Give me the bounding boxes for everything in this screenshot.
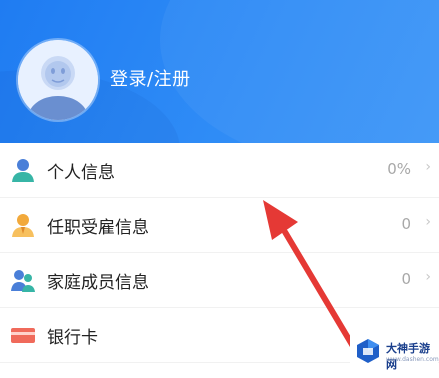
- site-watermark: 大神手游网 www.dashen.com: [350, 330, 439, 376]
- menu-item-label: 个人信息: [47, 163, 115, 183]
- menu-item-value: 0: [401, 215, 411, 233]
- bank-card-icon: [11, 328, 35, 343]
- person-icon: [12, 159, 34, 182]
- menu-item-value: 0%: [387, 160, 411, 178]
- menu-item-label: 银行卡: [47, 328, 98, 348]
- menu-item-employment-info[interactable]: 任职受雇信息 0 ›: [0, 198, 439, 253]
- menu-item-personal-info[interactable]: 个人信息 0% ›: [0, 143, 439, 198]
- header-decoration: [160, 0, 439, 143]
- avatar[interactable]: [18, 40, 98, 120]
- login-register-link[interactable]: 登录/注册: [110, 65, 191, 91]
- default-avatar-icon: [18, 40, 98, 120]
- employee-icon: [12, 214, 34, 237]
- watermark-logo-icon: [357, 339, 379, 363]
- watermark-subtitle: www.dashen.com: [386, 356, 439, 363]
- family-icon: [11, 270, 35, 292]
- menu-item-label: 家庭成员信息: [47, 273, 149, 293]
- chevron-right-icon: ›: [425, 269, 431, 285]
- menu-item-value: 0: [401, 270, 411, 288]
- chevron-right-icon: ›: [425, 159, 431, 175]
- profile-header: 登录/注册: [0, 0, 439, 143]
- chevron-right-icon: ›: [425, 214, 431, 230]
- menu-item-family-info[interactable]: 家庭成员信息 0 ›: [0, 253, 439, 308]
- menu-item-label: 任职受雇信息: [47, 218, 149, 238]
